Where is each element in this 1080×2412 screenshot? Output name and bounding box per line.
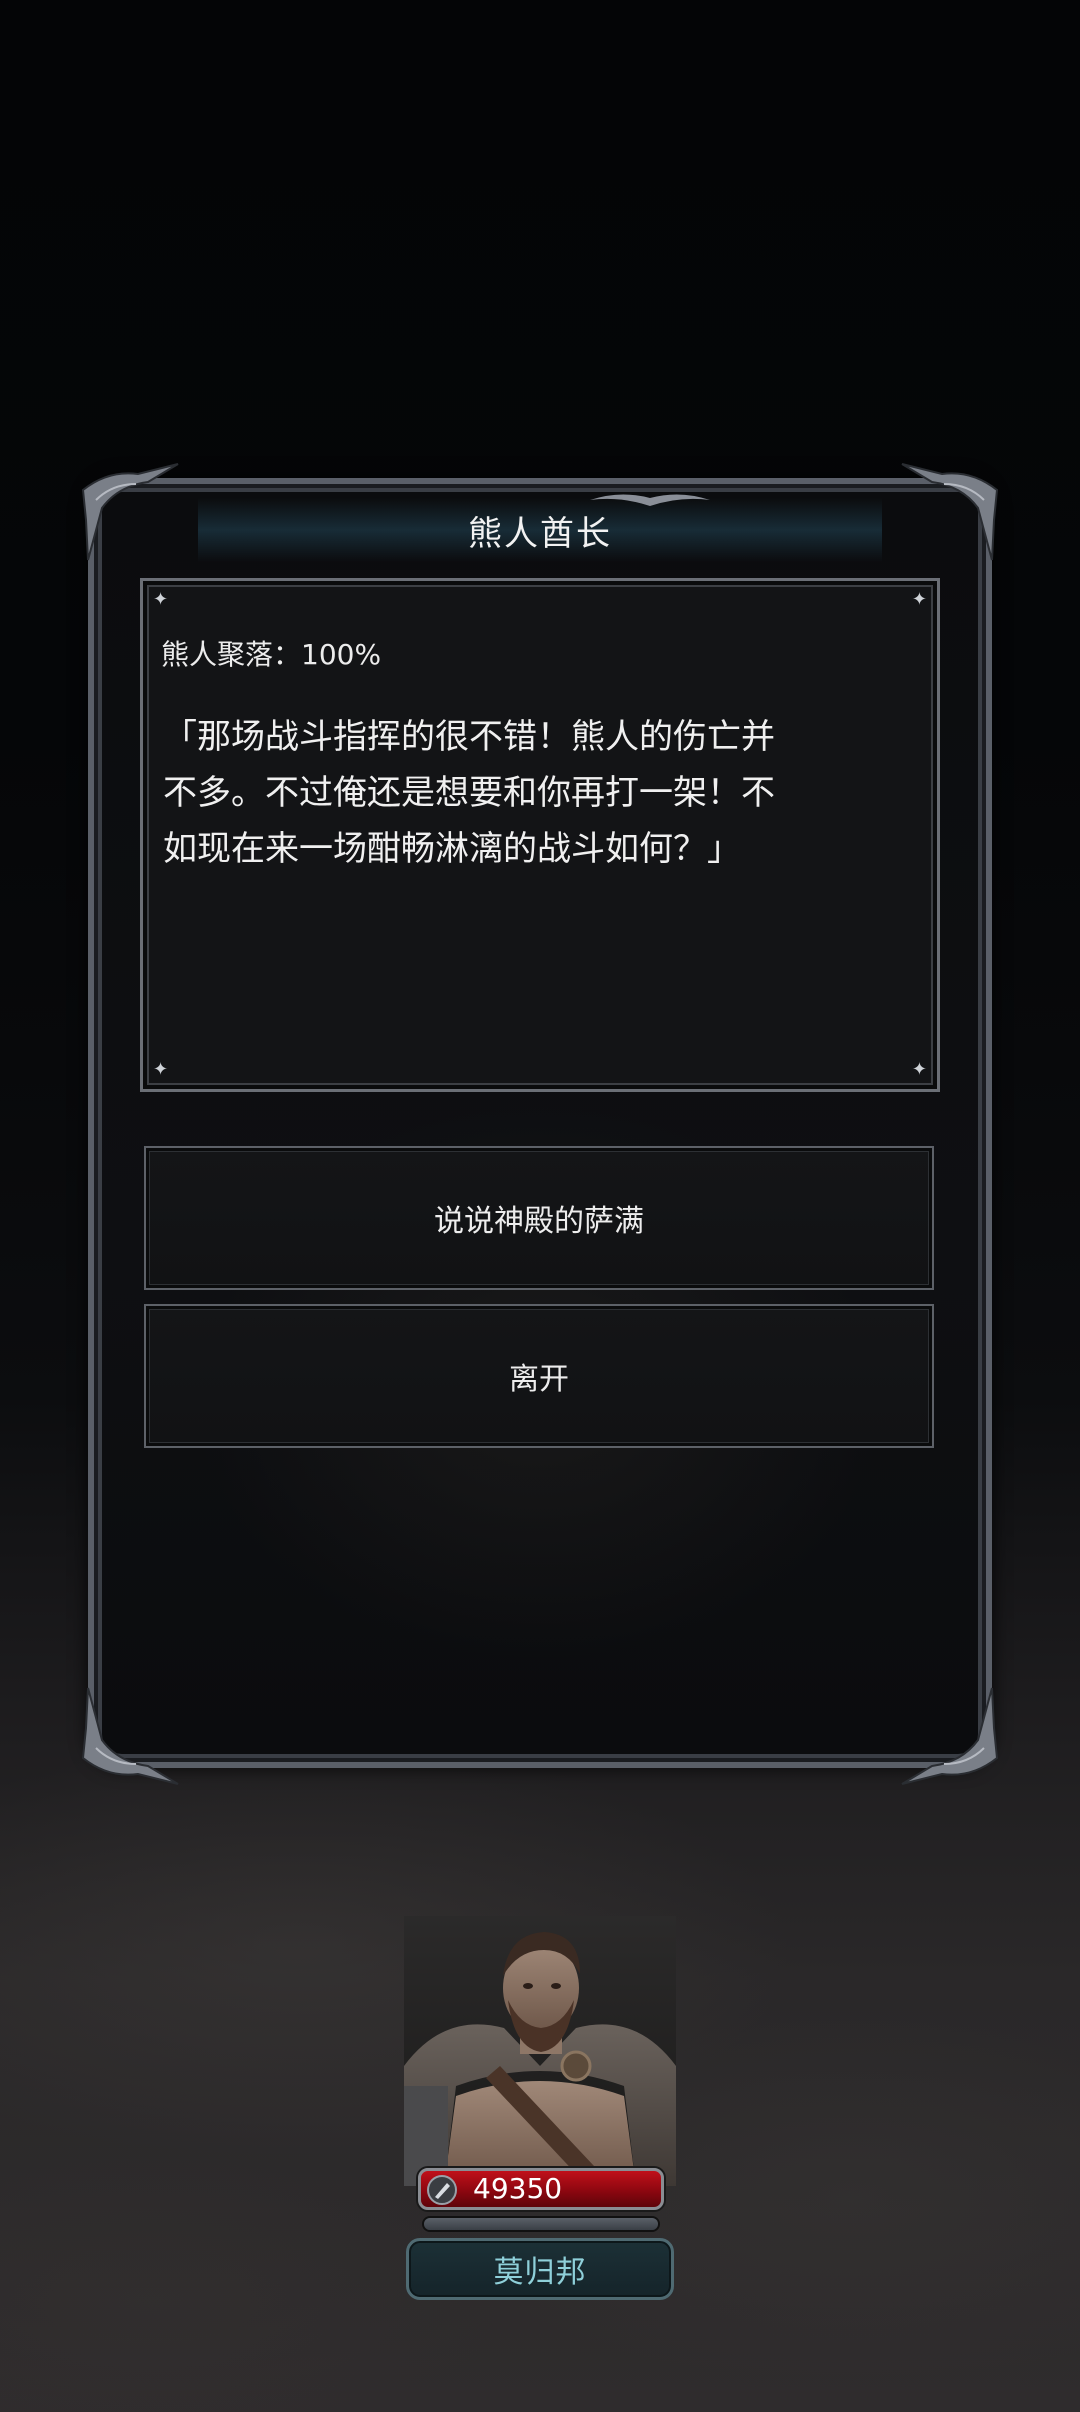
character-name-plate: 莫归邦 <box>406 2238 674 2300</box>
option-leave-button[interactable]: 离开 <box>144 1304 934 1448</box>
hp-bar: 49350 <box>418 2168 664 2210</box>
settlement-progress: 熊人聚落：100% <box>161 638 382 671</box>
dialog-body-line: 「那场战斗指挥的很不错！熊人的伤亡并 <box>163 717 775 757</box>
dialog-body-line: 如现在来一场酣畅淋漓的战斗如何？」 <box>163 829 741 869</box>
dialog-body-text: 「那场战斗指挥的很不错！熊人的伤亡并 不多。不过俺还是想要和你再打一架！不 如现… <box>163 709 923 877</box>
sword-icon <box>427 2175 457 2205</box>
dialog-title: 熊人酋长 <box>468 513 612 554</box>
option-label: 说说神殿的萨满 <box>434 1204 644 1239</box>
option-ask-shaman-button[interactable]: 说说神殿的萨满 <box>144 1146 934 1290</box>
character-name: 莫归邦 <box>493 2255 587 2290</box>
event-dialog: 熊人酋长 ✦ ✦ ✦ ✦ 熊人聚落：100% 「那场战斗指挥的很不错！熊人的伤亡… <box>81 463 999 1785</box>
option-label: 离开 <box>509 1362 569 1397</box>
title-crest-icon <box>590 494 710 506</box>
character-card[interactable]: 49350 莫归邦 <box>404 1916 676 2306</box>
energy-bar <box>424 2218 658 2230</box>
dialog-title-bar: 熊人酋长 <box>198 494 882 562</box>
sparkle-icon: ✦ <box>911 589 927 610</box>
sparkle-icon: ✦ <box>153 589 169 610</box>
corner-ornament-icon <box>901 1687 999 1785</box>
hp-value: 49350 <box>473 2172 563 2205</box>
corner-ornament-icon <box>81 1687 179 1785</box>
sparkle-icon: ✦ <box>911 1059 927 1080</box>
sparkle-icon: ✦ <box>153 1059 169 1080</box>
character-portrait <box>404 1916 676 2186</box>
dialog-body-line: 不多。不过俺还是想要和你再打一架！不 <box>163 773 775 813</box>
corner-ornament-icon <box>901 463 999 561</box>
dialog-text-panel: ✦ ✦ ✦ ✦ 熊人聚落：100% 「那场战斗指挥的很不错！熊人的伤亡并 不多。… <box>140 578 940 1092</box>
corner-ornament-icon <box>81 463 179 561</box>
